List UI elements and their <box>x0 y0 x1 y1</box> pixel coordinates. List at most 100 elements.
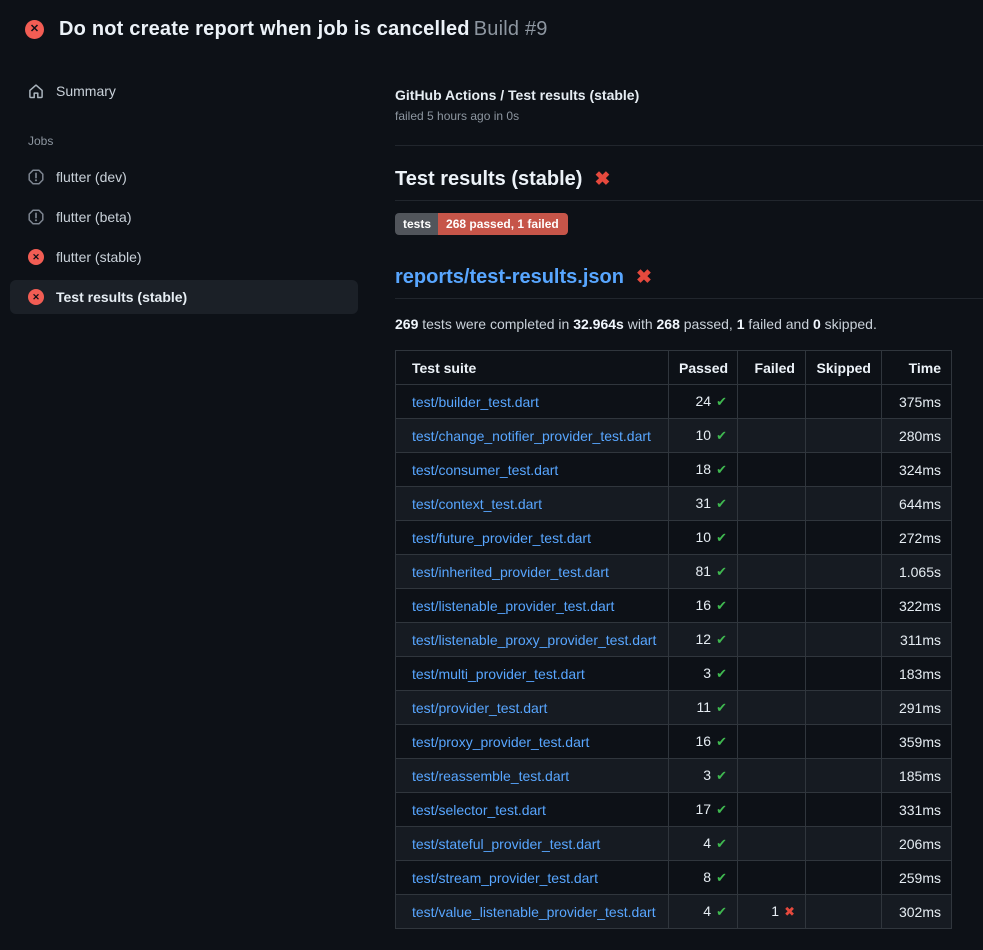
sidebar-item-summary[interactable]: Summary <box>10 74 358 108</box>
test-summary: 269 tests were completed in 32.964s with… <box>395 316 983 332</box>
time-value: 302ms <box>899 904 941 920</box>
table-row: test/multi_provider_test.dart3✔183ms <box>396 657 952 691</box>
divider <box>395 200 983 201</box>
report-file-heading: reports/test-results.json ✖ <box>395 266 983 289</box>
time-value: 311ms <box>900 632 941 648</box>
col-skipped: Skipped <box>806 351 882 385</box>
failed-x-icon: ✖ <box>594 170 610 189</box>
sidebar-item-flutter-stable[interactable]: ✕ flutter (stable) <box>10 240 358 274</box>
check-icon: ✔ <box>716 904 727 919</box>
job-label: flutter (stable) <box>56 249 142 265</box>
test-suite-link[interactable]: test/listenable_provider_test.dart <box>412 598 614 614</box>
table-row: test/stateful_provider_test.dart4✔206ms <box>396 827 952 861</box>
x-circle-icon: ✕ <box>28 289 44 305</box>
test-suite-link[interactable]: test/future_provider_test.dart <box>412 530 591 546</box>
test-suite-link[interactable]: test/multi_provider_test.dart <box>412 666 585 682</box>
passed-count: 31 <box>696 495 712 511</box>
sidebar-item-flutter-dev[interactable]: flutter (dev) <box>10 160 358 194</box>
col-passed: Passed <box>669 351 738 385</box>
x-glyph: ✕ <box>30 24 39 35</box>
badge-value: 268 passed, 1 failed <box>438 213 568 235</box>
check-icon: ✔ <box>716 394 727 409</box>
job-label: flutter (beta) <box>56 209 131 225</box>
sidebar-item-test-results-stable[interactable]: ✕ Test results (stable) <box>10 280 358 314</box>
test-suite-link[interactable]: test/listenable_proxy_provider_test.dart <box>412 632 656 648</box>
x-glyph: ✕ <box>32 293 40 302</box>
main-content: GitHub Actions / Test results (stable) f… <box>368 56 983 929</box>
test-suite-link[interactable]: test/proxy_provider_test.dart <box>412 734 589 750</box>
test-suite-link[interactable]: test/value_listenable_provider_test.dart <box>412 904 656 920</box>
job-label: flutter (dev) <box>56 169 127 185</box>
test-suite-link[interactable]: test/selector_test.dart <box>412 802 546 818</box>
summary-text: passed, <box>680 316 737 332</box>
check-icon: ✔ <box>716 462 727 477</box>
check-icon: ✔ <box>716 530 727 545</box>
table-row: test/context_test.dart31✔644ms <box>396 487 952 521</box>
failed-count: 1 <box>771 903 779 919</box>
sidebar-summary-label: Summary <box>56 83 116 99</box>
check-icon: ✔ <box>716 598 727 613</box>
passed-count: 18 <box>696 461 712 477</box>
test-suite-link[interactable]: test/inherited_provider_test.dart <box>412 564 609 580</box>
report-file-link[interactable]: reports/test-results.json <box>395 266 624 289</box>
time-value: 272ms <box>899 530 941 546</box>
check-icon: ✔ <box>716 700 727 715</box>
build-header: ✕ Do not create report when job is cance… <box>0 0 983 56</box>
passed-count: 8 <box>703 869 711 885</box>
layout: Summary Jobs flutter (dev) flutter (beta)… <box>0 56 983 929</box>
table-row: test/inherited_provider_test.dart 81 ✔ 1.06… <box>396 555 952 589</box>
table-row: test/selector_test.dart17✔331ms <box>396 793 952 827</box>
check-icon: ✔ <box>716 564 727 579</box>
summary-text: with <box>624 316 657 332</box>
table-row: test/stream_provider_test.dart8✔259ms <box>396 861 952 895</box>
stop-icon <box>28 209 44 225</box>
check-icon: ✔ <box>716 428 727 443</box>
time-value: 183ms <box>899 666 941 682</box>
col-time: Time <box>882 351 952 385</box>
failed-x-icon: ✖ <box>636 268 652 287</box>
x-glyph: ✕ <box>32 253 40 262</box>
x-icon: ✖ <box>784 904 795 919</box>
check-icon: ✔ <box>716 802 727 817</box>
summary-text: tests were completed in <box>418 316 573 332</box>
passed-count: 16 <box>696 597 712 613</box>
build-title-text: Do not create report when job is cancell… <box>59 18 470 40</box>
time-value: 291ms <box>899 700 941 716</box>
test-suite-link[interactable]: test/context_test.dart <box>412 496 542 512</box>
check-icon: ✔ <box>716 632 727 647</box>
test-suite-link[interactable]: test/change_notifier_provider_test.dart <box>412 428 651 444</box>
test-suite-link[interactable]: test/reassemble_test.dart <box>412 768 569 784</box>
sidebar-item-flutter-beta[interactable]: flutter (beta) <box>10 200 358 234</box>
time-value: 331ms <box>899 802 941 818</box>
badge-label: tests <box>395 213 438 235</box>
time-value: 1.065s <box>899 564 941 580</box>
job-label: Test results (stable) <box>56 289 187 305</box>
app-root: ✕ Do not create report when job is cance… <box>0 0 983 929</box>
table-row: test/consumer_test.dart 18 ✔ 324ms <box>396 453 952 487</box>
test-suite-link[interactable]: test/consumer_test.dart <box>412 462 558 478</box>
table-row: test/change_notifier_provider_test.dart1… <box>396 419 952 453</box>
time-value: 375ms <box>899 394 941 410</box>
status-line: failed 5 hours ago in 0s <box>395 109 983 123</box>
time-value: 324ms <box>899 462 941 478</box>
test-suite-link[interactable]: test/builder_test.dart <box>412 394 539 410</box>
summary-number: 0 <box>813 316 821 332</box>
check-icon: ✔ <box>716 666 727 681</box>
table-row: test/value_listenable_provider_test.dart… <box>396 895 952 929</box>
table-body: test/builder_test.dart24✔375mstest/chang… <box>396 385 952 929</box>
passed-count: 4 <box>703 903 711 919</box>
sidebar: Summary Jobs flutter (dev) flutter (beta)… <box>0 56 368 320</box>
time-value: 322ms <box>899 598 941 614</box>
passed-count: 81 <box>696 563 712 579</box>
test-results-table: Test suite Passed Failed Skipped Time te… <box>395 350 952 929</box>
section-title: Test results (stable) ✖ <box>395 168 983 191</box>
page-title: Do not create report when job is cancell… <box>59 18 548 41</box>
summary-number: 32.964s <box>573 316 624 332</box>
test-suite-link[interactable]: test/stream_provider_test.dart <box>412 870 598 886</box>
test-suite-link[interactable]: test/stateful_provider_test.dart <box>412 836 600 852</box>
test-suite-link[interactable]: test/provider_test.dart <box>412 700 547 716</box>
jobs-section-label: Jobs <box>28 134 368 148</box>
time-value: 359ms <box>899 734 941 750</box>
table-row: test/proxy_provider_test.dart16✔359ms <box>396 725 952 759</box>
time-value: 280ms <box>899 428 941 444</box>
